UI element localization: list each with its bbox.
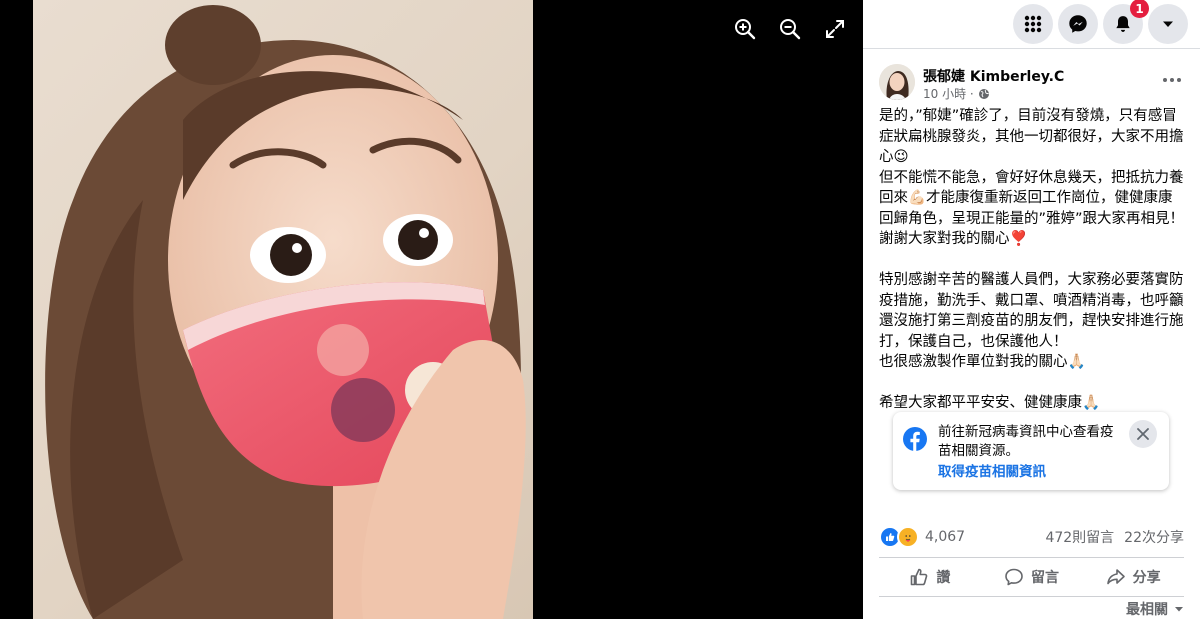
- post-photo[interactable]: [33, 0, 533, 619]
- zoom-out-icon: [780, 19, 801, 40]
- more-options-button[interactable]: [1160, 68, 1184, 92]
- post-paragraph: 特別感謝辛苦的醫護人員們，大家務必要落實防疫措施，勤洗手、戴口罩、噴酒精消毒，也…: [879, 272, 1184, 350]
- post-paragraph: 也很感激製作單位對我的關心🙏🏻: [879, 354, 1086, 370]
- post-paragraph: 希望大家都平平安安、健健康康🙏🏻: [879, 395, 1101, 411]
- menu-button[interactable]: [1013, 4, 1053, 44]
- post-paragraph: 但不能慌不能急，會好好休息幾天，把抵抗力養回來💪🏻才能康復重新返回工作崗位，健健…: [879, 169, 1185, 227]
- avatar-image: [879, 64, 915, 100]
- messenger-icon: [1069, 15, 1087, 33]
- notifications-icon: [1116, 16, 1130, 32]
- photo-illustration: [45, 5, 526, 619]
- photo-viewer: [0, 0, 863, 619]
- comment-sort-dropdown[interactable]: 最相關: [1126, 599, 1184, 619]
- share-count[interactable]: 22次分享: [1124, 527, 1184, 547]
- comment-count[interactable]: 472則留言: [1045, 527, 1114, 547]
- comment-label: 留言: [1031, 570, 1059, 586]
- post-stats: 4,067 472則留言 22次分享: [879, 524, 1184, 548]
- comment-button[interactable]: 留言: [981, 558, 1083, 596]
- post-meta: 10 小時 ·: [923, 85, 990, 102]
- zoom-in-icon: [735, 19, 756, 40]
- avatar[interactable]: [879, 64, 915, 100]
- more-icon: [1163, 78, 1181, 82]
- info-card-close-button[interactable]: [1129, 420, 1157, 448]
- facebook-logo-icon: [903, 427, 927, 451]
- like-label: 讚: [936, 570, 951, 586]
- reaction-summary[interactable]: 4,067: [879, 526, 965, 548]
- post-author: 張郁婕 Kimberley.C 10 小時 ·: [879, 64, 1184, 102]
- zoom-out-button[interactable]: [775, 14, 805, 44]
- info-card-text: 前往新冠病毒資訊中心查看疫苗相關資源。: [938, 424, 1114, 459]
- post-time[interactable]: 10 小時 ·: [923, 85, 974, 102]
- post-paragraph: 謝謝大家對我的關心❣️: [879, 231, 1028, 247]
- messenger-button[interactable]: [1058, 4, 1098, 44]
- care-reaction-icon: [897, 526, 919, 548]
- fullscreen-icon: [826, 20, 844, 38]
- author-name[interactable]: 張郁婕 Kimberley.C: [923, 66, 1064, 86]
- covid-info-card: 前往新冠病毒資訊中心查看疫苗相關資源。 取得疫苗相關資訊: [893, 412, 1169, 490]
- fullscreen-button[interactable]: [820, 14, 850, 44]
- reaction-count: 4,067: [925, 529, 966, 545]
- notifications-button[interactable]: 1: [1103, 0, 1149, 44]
- engagement-counts: 472則留言 22次分享: [1045, 527, 1184, 547]
- vaccine-info-link[interactable]: 取得疫苗相關資訊: [938, 460, 1046, 480]
- close-icon: [1137, 428, 1149, 440]
- post-paragraph: 是的，”郁婕”確診了，目前沒有發燒，只有感冒症狀扁桃腺發炎，其他一切都很好，大家…: [879, 108, 1184, 165]
- share-button[interactable]: 分享: [1082, 558, 1184, 596]
- like-button[interactable]: 讚: [879, 558, 981, 596]
- top-bar: 1: [863, 0, 1200, 49]
- sort-label: 最相關: [1126, 602, 1168, 618]
- share-icon: [1106, 569, 1125, 585]
- post-text: 是的，”郁婕”確診了，目前沒有發燒，只有感冒症狀扁桃腺發炎，其他一切都很好，大家…: [879, 106, 1187, 414]
- post-side-panel: 1 張郁婕 Kimberley.C 10 小時 · 是的，”郁婕”確診了，目前沒…: [863, 0, 1200, 619]
- notification-badge: 1: [1130, 0, 1149, 18]
- account-button[interactable]: [1148, 4, 1188, 44]
- menu-grid-icon: [1024, 15, 1042, 33]
- chevron-down-icon: [1175, 607, 1183, 612]
- like-icon: [911, 568, 928, 586]
- share-label: 分享: [1132, 570, 1161, 586]
- globe-icon: [978, 88, 989, 99]
- account-caret-icon: [1163, 21, 1173, 27]
- comment-icon: [1005, 568, 1023, 586]
- action-bar: 讚 留言 分享: [879, 557, 1184, 597]
- zoom-in-button[interactable]: [730, 14, 760, 44]
